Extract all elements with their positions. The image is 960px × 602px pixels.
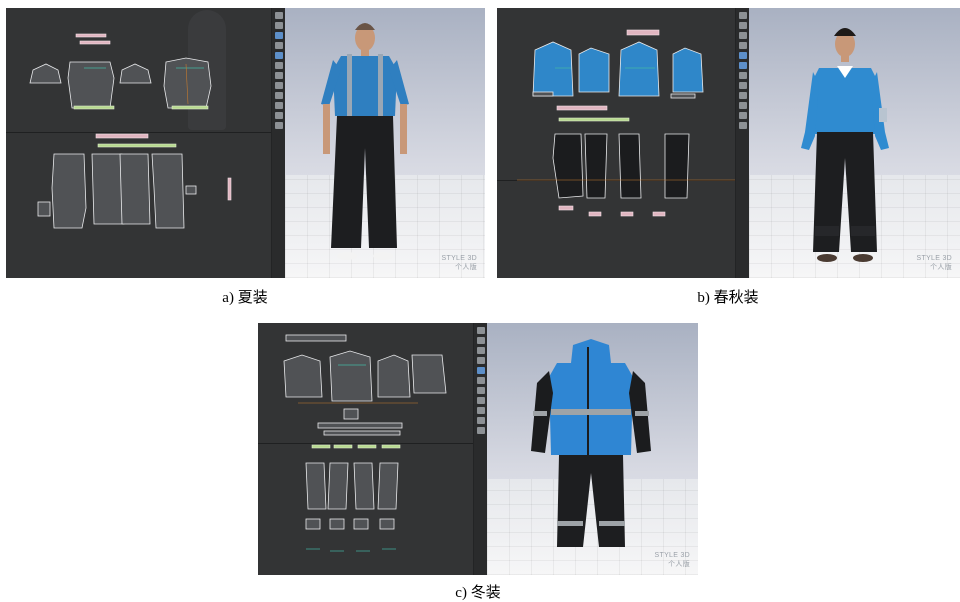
tool-button[interactable] — [477, 347, 485, 354]
tool-button[interactable] — [477, 327, 485, 334]
3d-viewport-c[interactable]: STYLE 3D 个人版 — [487, 323, 698, 575]
pattern-window-c[interactable] — [258, 323, 473, 575]
tool-button[interactable] — [477, 367, 485, 374]
tool-button[interactable] — [739, 122, 747, 129]
3d-viewport-a[interactable]: STYLE 3D 个人版 — [285, 8, 485, 278]
tool-button[interactable] — [739, 82, 747, 89]
watermark-line-2: 个人版 — [668, 561, 690, 568]
tool-button[interactable] — [477, 357, 485, 364]
avatar-summer — [321, 23, 409, 260]
tool-button[interactable] — [275, 122, 283, 129]
style3d-watermark: STYLE 3D 个人版 — [442, 254, 477, 272]
toolbar-a — [271, 8, 286, 278]
watermark-line-1: STYLE 3D — [654, 552, 690, 559]
3d-viewport-b[interactable]: STYLE 3D 个人版 — [749, 8, 960, 278]
tool-button[interactable] — [739, 12, 747, 19]
toolbar-c — [473, 323, 488, 575]
watermark-line-1: STYLE 3D — [441, 255, 477, 262]
watermark-line-1: STYLE 3D — [916, 255, 952, 262]
tool-button[interactable] — [275, 92, 283, 99]
tool-button[interactable] — [739, 32, 747, 39]
tool-button[interactable] — [275, 22, 283, 29]
avatar-spring-autumn — [801, 28, 889, 262]
tool-button[interactable] — [477, 417, 485, 424]
pattern-pieces-b[interactable] — [497, 8, 735, 278]
tool-button[interactable] — [477, 377, 485, 384]
panel-a-screenshot: STYLE 3D 个人版 — [6, 8, 485, 278]
style3d-watermark: STYLE 3D 个人版 — [917, 254, 952, 272]
tool-button[interactable] — [739, 62, 747, 69]
panel-b-screenshot: STYLE 3D 个人版 — [497, 8, 960, 278]
tool-button[interactable] — [275, 12, 283, 19]
garment-winter — [531, 339, 651, 547]
panel-c-screenshot: STYLE 3D 个人版 — [258, 323, 698, 575]
tool-button[interactable] — [275, 82, 283, 89]
tool-button[interactable] — [477, 387, 485, 394]
pattern-pieces-a[interactable] — [6, 8, 271, 278]
tool-button[interactable] — [739, 112, 747, 119]
style3d-watermark: STYLE 3D 个人版 — [655, 551, 690, 569]
tool-button[interactable] — [739, 92, 747, 99]
caption-c: c) 冬装 — [455, 585, 501, 601]
tool-button[interactable] — [275, 32, 283, 39]
tool-button[interactable] — [739, 52, 747, 59]
tool-button[interactable] — [275, 72, 283, 79]
tool-button[interactable] — [275, 62, 283, 69]
tool-button[interactable] — [275, 42, 283, 49]
pattern-window-a[interactable] — [6, 8, 271, 278]
watermark-line-2: 个人版 — [930, 264, 952, 271]
tool-button[interactable] — [739, 72, 747, 79]
caption-a: a) 夏装 — [222, 290, 268, 306]
tool-button[interactable] — [739, 102, 747, 109]
tool-button[interactable] — [275, 102, 283, 109]
tool-button[interactable] — [477, 397, 485, 404]
pattern-window-b[interactable] — [497, 8, 735, 278]
toolbar-b — [735, 8, 750, 278]
tool-button[interactable] — [477, 337, 485, 344]
tool-button[interactable] — [275, 112, 283, 119]
watermark-line-2: 个人版 — [455, 264, 477, 271]
caption-b: b) 春秋装 — [697, 290, 759, 306]
pattern-pieces-c[interactable] — [258, 323, 473, 575]
tool-button[interactable] — [275, 52, 283, 59]
tool-button[interactable] — [477, 407, 485, 414]
tool-button[interactable] — [739, 42, 747, 49]
tool-button[interactable] — [477, 427, 485, 434]
tool-button[interactable] — [739, 22, 747, 29]
